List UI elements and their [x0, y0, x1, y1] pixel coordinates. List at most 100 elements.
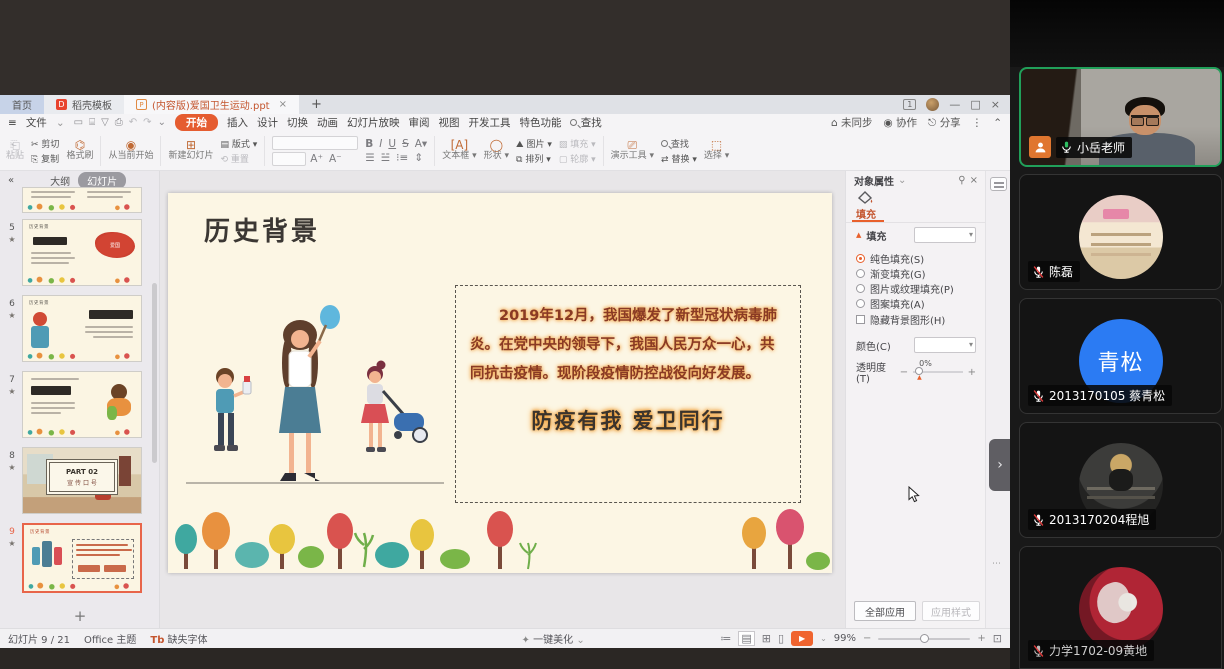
participant-tile-chenlei[interactable]: 陈磊 [1019, 174, 1222, 290]
close-button[interactable]: × [991, 98, 1000, 111]
properties-dropdown-icon[interactable]: ⌄ [898, 175, 906, 186]
grow-font-icon[interactable]: A⁺ [310, 153, 323, 165]
display-settings-icon[interactable]: ≔ [720, 632, 731, 645]
tab-document[interactable]: P (内容版)爱国卫生运动.ppt × [124, 95, 299, 114]
tab-slides[interactable]: 幻灯片 [78, 172, 126, 189]
slide-editing-area[interactable]: 历史背景 [168, 193, 832, 573]
radio-pattern-fill[interactable]: 图案填充(A) [856, 296, 925, 311]
zoom-in-icon[interactable]: + [977, 633, 985, 644]
menu-design[interactable]: 设计 [257, 115, 278, 130]
participant-tile-huangdi[interactable]: 力学1702-09黄地 [1019, 546, 1222, 669]
animation-pane-icon[interactable] [990, 177, 1007, 191]
new-tab-button[interactable]: + [299, 95, 334, 114]
present-tools-button[interactable]: ⎚演示工具 ▾ [611, 139, 654, 162]
paste-button[interactable]: ⎗粘贴 [6, 139, 24, 162]
share-button[interactable]: ⎋ 分享 [928, 115, 961, 130]
tab-home[interactable]: 首页 [0, 95, 44, 114]
add-slide-button[interactable]: + [0, 607, 160, 625]
zoom-slider-handle[interactable] [920, 634, 929, 643]
undo-icon[interactable]: ↶ [129, 117, 137, 128]
collapse-ribbon-icon[interactable]: ⌃ [993, 117, 1002, 129]
replace-button[interactable]: ⇄ 替换 ▾ [661, 152, 697, 165]
bullets-icon[interactable]: ⁝≡ [396, 152, 408, 164]
layout-button[interactable]: ▤ 版式 ▾ [220, 137, 257, 150]
select-button[interactable]: ⬚选择 ▾ [704, 139, 729, 162]
participant-tile-chengxu[interactable]: 2013170204程旭 [1019, 422, 1222, 538]
slide-title[interactable]: 历史背景 [204, 211, 320, 248]
slide-text-box[interactable]: 2019年12月，我国爆发了新型冠状病毒肺炎。在党中央的领导下，我国人民万众一心… [455, 285, 801, 503]
panel-close-icon[interactable]: × [970, 175, 978, 186]
shrink-font-icon[interactable]: A⁻ [329, 153, 342, 165]
menu-transition[interactable]: 切换 [287, 115, 308, 130]
more-icon[interactable]: ⋮ [972, 117, 983, 129]
panel-collapse-handle[interactable]: › [989, 439, 1011, 491]
menu-view[interactable]: 视图 [438, 115, 459, 130]
font-color-icon[interactable]: A▾ [415, 138, 427, 150]
bold-button[interactable]: B [365, 138, 373, 150]
section-collapse-icon[interactable]: ▲ [856, 231, 861, 239]
pin-icon[interactable]: ⚲ [958, 175, 965, 186]
open-icon[interactable]: ⌸ [89, 117, 95, 128]
italic-button[interactable]: I [379, 138, 382, 150]
outline-button[interactable]: ▢ 轮廓 ▾ [559, 152, 596, 165]
find-button[interactable]: 查找 [661, 137, 697, 150]
slideshow-play-button[interactable]: ▶ [791, 631, 813, 646]
thumbnail-slide-4-partial[interactable] [22, 187, 142, 213]
textbox-button[interactable]: [A]文本框 ▾ [442, 139, 476, 162]
redo-icon[interactable]: ↷ [143, 117, 151, 128]
thumbnail-slide-8[interactable]: PART 02 宣 传 口 号 [22, 447, 142, 514]
normal-view-icon[interactable]: ▤ [738, 631, 754, 646]
tab-docer[interactable]: D 稻壳模板 [44, 95, 124, 114]
fit-to-window-icon[interactable]: ⊡ [993, 632, 1002, 645]
transparency-minus-icon[interactable]: − [900, 367, 908, 378]
transparency-slider[interactable]: 0% ▲ [913, 371, 962, 373]
cut-button[interactable]: ✂ 剪切 [31, 137, 59, 150]
collapse-panel-icon[interactable]: « [8, 175, 14, 186]
maximize-button[interactable]: □ [970, 98, 980, 111]
participant-tile-teacher[interactable]: 小岳老师 [1019, 67, 1222, 167]
play-options-icon[interactable]: ⌄ [820, 634, 827, 643]
theme-name[interactable]: Office 主题 [84, 631, 136, 646]
fill-style-dropdown[interactable] [914, 227, 976, 243]
thumbnail-scrollbar[interactable] [152, 283, 157, 463]
menu-slideshow[interactable]: 幻灯片放映 [347, 115, 400, 130]
save-icon[interactable]: ▽ [101, 117, 109, 128]
sync-status[interactable]: ⌂ 未同步 [831, 115, 873, 130]
format-painter-button[interactable]: ⌬格式刷 [66, 139, 93, 162]
radio-gradient-fill[interactable]: 渐变填充(G) [856, 266, 926, 281]
zoom-out-icon[interactable]: − [863, 633, 871, 644]
fill-bucket-icon[interactable] [858, 191, 874, 204]
menu-features[interactable]: 特色功能 [519, 115, 561, 130]
font-size-combobox[interactable] [272, 152, 306, 166]
zoom-level[interactable]: 99% [834, 633, 856, 644]
tab-close-icon[interactable]: × [279, 99, 287, 110]
quick-more-icon[interactable]: ⌄ [158, 117, 166, 128]
font-name-combobox[interactable] [272, 136, 358, 150]
line-spacing-icon[interactable]: ⇕ [414, 152, 423, 164]
radio-picture-fill[interactable]: 图片或纹理填充(P) [856, 281, 954, 296]
align-left-icon[interactable]: ☰ [365, 152, 374, 164]
hamburger-icon[interactable]: ≡ [8, 117, 17, 129]
arrange-button[interactable]: ⧉ 排列 ▾ [516, 152, 552, 165]
copy-button[interactable]: ⎘ 复制 [31, 152, 59, 165]
menu-insert[interactable]: 插入 [227, 115, 248, 130]
account-avatar[interactable] [926, 98, 939, 111]
beautify-button[interactable]: ✦ 一键美化 ⌄ [522, 631, 585, 646]
thumbnail-slide-5[interactable]: 历史背景 爱国 [22, 219, 142, 286]
menu-file[interactable]: 文件 [26, 115, 47, 130]
align-center-icon[interactable]: ☱ [381, 152, 390, 164]
apply-all-button[interactable]: 全部应用 [854, 601, 916, 621]
color-dropdown[interactable] [914, 337, 976, 353]
tab-outline[interactable]: 大纲 [50, 173, 70, 188]
underline-button[interactable]: U [388, 138, 396, 150]
apply-style-button[interactable]: 应用样式 [922, 601, 980, 621]
slide-sorter-icon[interactable]: ⊞ [762, 632, 771, 645]
picture-button[interactable]: ⛰ 图片 ▾ [516, 137, 552, 150]
strikethrough-button[interactable]: S [402, 138, 409, 150]
new-slide-button[interactable]: ⊞新建幻灯片 [168, 139, 213, 162]
minimize-button[interactable]: — [949, 98, 960, 111]
collaborate-button[interactable]: ◉ 协作 [884, 115, 918, 130]
menu-devtools[interactable]: 开发工具 [468, 115, 510, 130]
menu-review[interactable]: 审阅 [408, 115, 429, 130]
reading-view-icon[interactable]: ▯ [778, 632, 784, 645]
